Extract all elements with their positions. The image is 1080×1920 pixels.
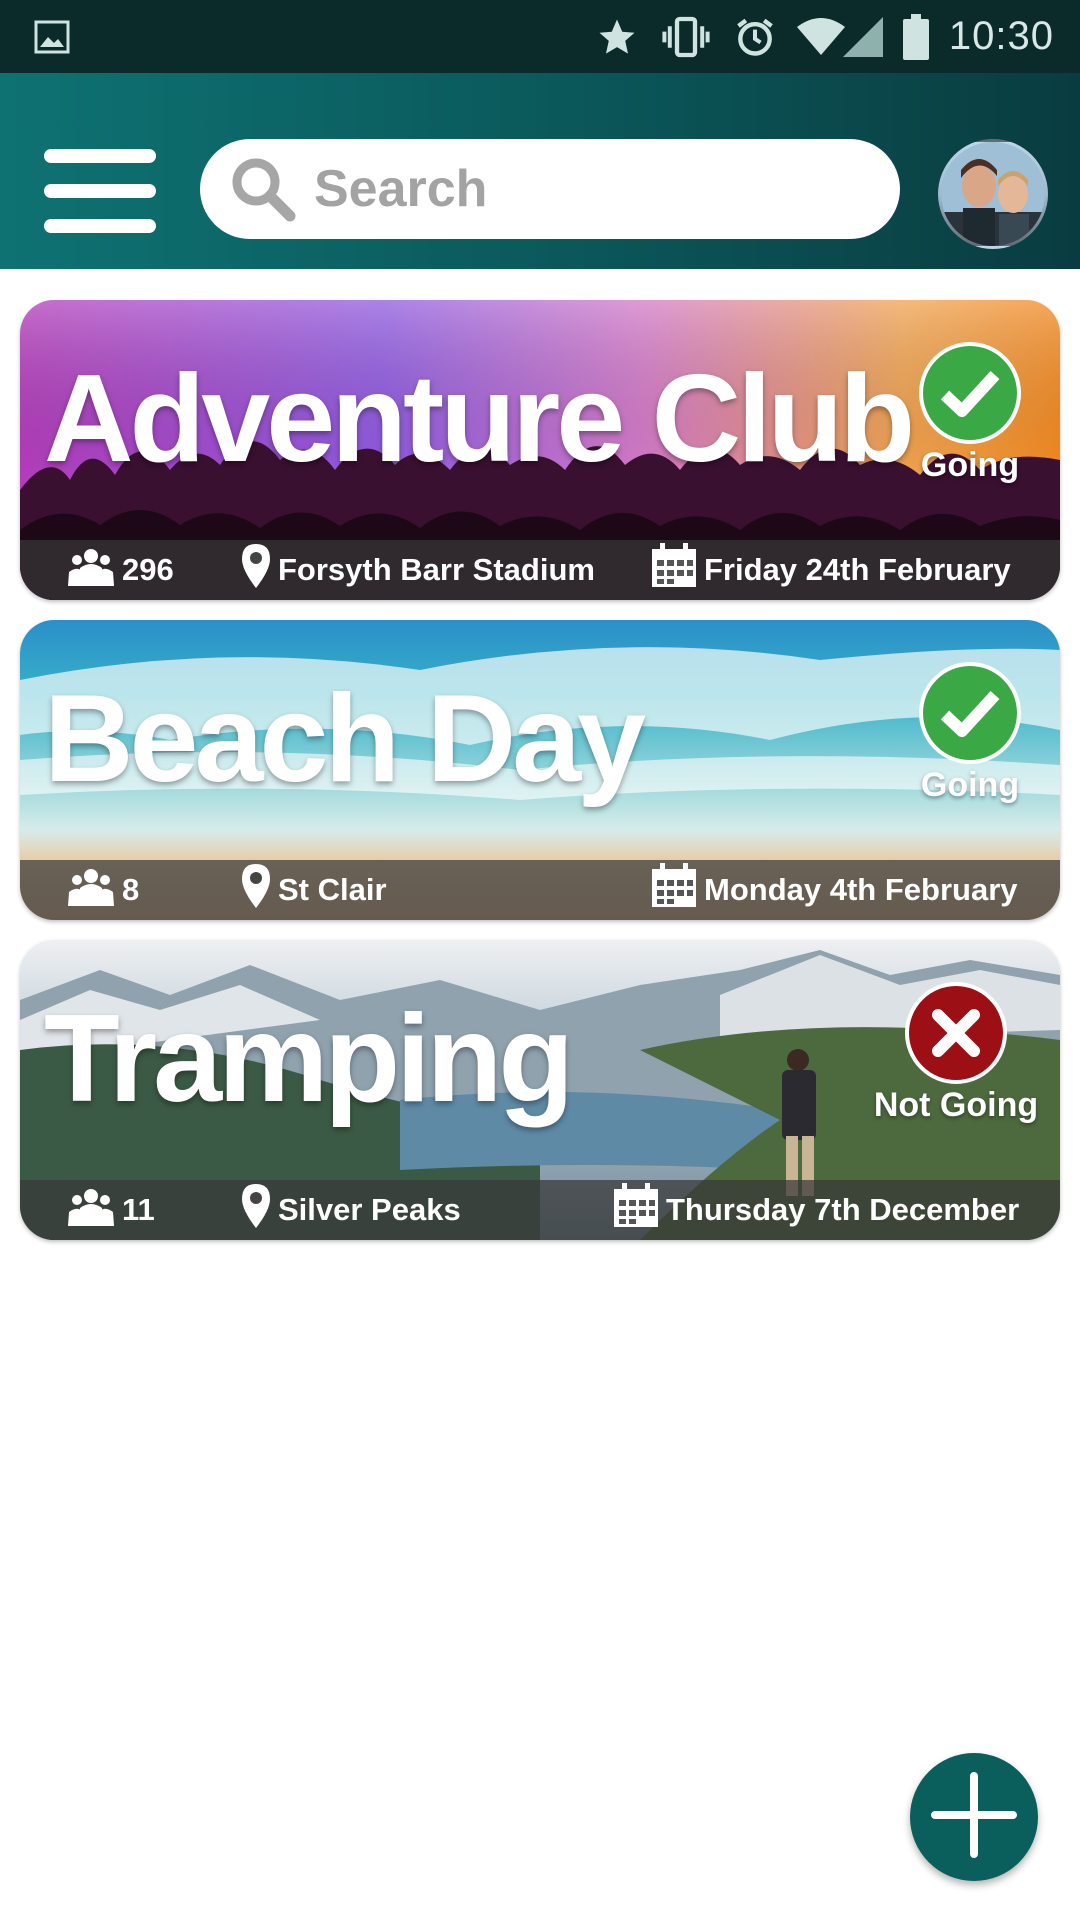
rsvp-status[interactable]: Going xyxy=(900,342,1040,485)
signal-icon xyxy=(842,16,883,57)
avatar[interactable] xyxy=(938,139,1048,249)
event-title: Adventure Club xyxy=(44,350,915,488)
event-date: Friday 24th February xyxy=(650,540,1011,600)
cross-icon xyxy=(905,982,1007,1084)
search-bar[interactable] xyxy=(200,139,900,239)
menu-icon-line xyxy=(44,219,156,233)
attendee-count: 296 xyxy=(66,540,174,600)
group-icon xyxy=(66,1186,122,1234)
event-location-value: Silver Peaks xyxy=(278,1192,461,1227)
rsvp-label: Going xyxy=(920,446,1020,484)
event-info-bar: 11 Silver Peaks Thursday 7th December xyxy=(20,1180,1060,1240)
calendar-icon xyxy=(612,1183,666,1237)
star-icon xyxy=(595,16,639,58)
rsvp-status[interactable]: Going xyxy=(900,662,1040,805)
event-location: Forsyth Barr Stadium xyxy=(240,540,595,600)
event-date-value: Monday 4th February xyxy=(704,872,1018,907)
event-date: Monday 4th February xyxy=(650,860,1018,920)
event-card[interactable]: Beach Day Going 8 St Clair Monday 4th Fe… xyxy=(20,620,1060,920)
plus-icon xyxy=(931,1771,1017,1863)
app-bar xyxy=(0,73,1080,269)
check-icon xyxy=(919,662,1021,764)
group-icon xyxy=(66,866,122,914)
attendee-count-value: 11 xyxy=(122,1192,155,1227)
calendar-icon xyxy=(650,863,704,917)
attendee-count-value: 8 xyxy=(122,872,140,907)
event-date-value: Thursday 7th December xyxy=(666,1192,1020,1227)
attendee-count-value: 296 xyxy=(122,552,174,587)
event-info-bar: 296 Forsyth Barr Stadium Friday 24th Feb… xyxy=(20,540,1060,600)
location-pin-icon xyxy=(240,862,278,918)
menu-icon-line xyxy=(44,184,156,198)
event-card[interactable]: Tramping Not Going 11 Silver Peaks Thurs… xyxy=(20,940,1060,1240)
add-event-button[interactable] xyxy=(910,1753,1038,1881)
calendar-icon xyxy=(650,543,704,597)
search-icon xyxy=(228,154,298,224)
event-location: Silver Peaks xyxy=(240,1180,461,1240)
attendee-count: 11 xyxy=(66,1180,155,1240)
battery-icon xyxy=(902,13,929,60)
event-title: Tramping xyxy=(44,990,574,1128)
search-input[interactable] xyxy=(312,158,876,220)
attendee-count: 8 xyxy=(66,860,139,920)
event-location-value: Forsyth Barr Stadium xyxy=(278,552,595,587)
menu-button[interactable] xyxy=(44,149,156,233)
location-pin-icon xyxy=(240,542,278,598)
event-card[interactable]: Adventure Club Going 296 Forsyth Barr St… xyxy=(20,300,1060,600)
menu-icon xyxy=(44,149,156,163)
check-icon xyxy=(919,342,1021,444)
vibrate-icon xyxy=(659,15,713,59)
event-title: Beach Day xyxy=(44,670,646,808)
status-bar: 10:30 xyxy=(0,0,1080,73)
rsvp-label: Going xyxy=(920,766,1020,804)
image-icon xyxy=(34,20,70,54)
alarm-icon xyxy=(733,15,777,59)
event-location-value: St Clair xyxy=(278,872,387,907)
event-info-bar: 8 St Clair Monday 4th February xyxy=(20,860,1060,920)
event-date-value: Friday 24th February xyxy=(704,552,1011,587)
location-pin-icon xyxy=(240,1182,278,1238)
group-icon xyxy=(66,546,122,594)
event-date: Thursday 7th December xyxy=(612,1180,1019,1240)
wifi-icon xyxy=(796,17,845,57)
rsvp-label: Not Going xyxy=(873,1086,1039,1124)
status-time: 10:30 xyxy=(948,14,1054,58)
event-location: St Clair xyxy=(240,860,387,920)
rsvp-status[interactable]: Not Going xyxy=(866,982,1046,1125)
